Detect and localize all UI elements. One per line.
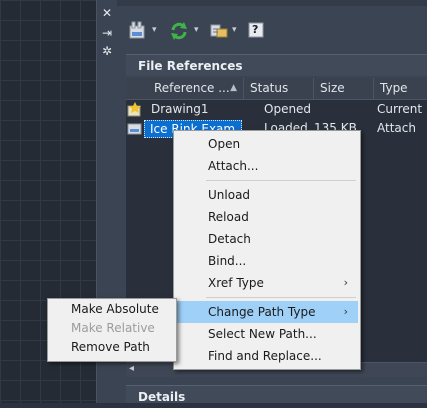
refresh-icon <box>171 22 187 40</box>
menu-item-attach[interactable]: Attach... <box>176 155 358 177</box>
column-reference-label: Reference ... <box>154 81 230 95</box>
refresh-button[interactable] <box>169 20 191 44</box>
submenu-item-make-relative: Make Relative <box>71 321 155 335</box>
help-glyph: ? <box>252 23 259 36</box>
context-menu: Open Attach... Unload Reload Detach Bind… <box>173 130 361 370</box>
menu-item-open[interactable]: Open <box>176 133 358 155</box>
change-path-icon <box>210 24 228 38</box>
reference-type: Attach <box>377 121 416 135</box>
details-header[interactable]: Details <box>126 385 427 404</box>
submenu-arrow-icon: › <box>343 305 348 318</box>
attach-dwg-button[interactable] <box>127 20 149 44</box>
current-drawing-icon <box>127 102 141 117</box>
palette-toolbar: ▾ ▾ ▾ ? <box>125 20 425 44</box>
file-references-header[interactable]: File References <box>126 54 427 76</box>
menu-separator <box>206 180 356 181</box>
submenu-item-make-absolute[interactable]: Make Absolute <box>50 300 174 319</box>
attach-dwg-icon <box>129 21 145 39</box>
menu-item-xref-type[interactable]: Xref Type › <box>176 272 358 294</box>
change-path-type-submenu: Make Absolute Make Relative Remove Path <box>47 298 177 362</box>
attach-dropdown-icon[interactable]: ▾ <box>152 25 157 35</box>
menu-item-select-new-path[interactable]: Select New Path... <box>176 323 358 345</box>
menu-item-unload[interactable]: Unload <box>176 184 358 206</box>
sort-ascending-icon: ▲ <box>230 83 237 93</box>
submenu-item-remove-path[interactable]: Remove Path <box>50 338 174 357</box>
column-reference-name[interactable]: Reference ... ▲ <box>126 78 244 99</box>
change-path-button[interactable] <box>209 20 231 44</box>
menu-item-bind[interactable]: Bind... <box>176 250 358 272</box>
column-size[interactable]: Size <box>314 78 374 99</box>
menu-item-find-and-replace[interactable]: Find and Replace... <box>176 345 358 367</box>
refresh-dropdown-icon[interactable]: ▾ <box>194 25 199 35</box>
submenu-arrow-icon: › <box>343 276 348 289</box>
auto-hide-icon[interactable]: ⇥ <box>100 26 114 40</box>
menu-item-xref-type-label: Xref Type <box>208 276 264 290</box>
table-row[interactable]: Drawing1 Opened Current <box>126 100 427 118</box>
menu-item-change-path-type[interactable]: Change Path Type › <box>176 301 358 323</box>
menu-item-detach[interactable]: Detach <box>176 228 358 250</box>
close-icon[interactable]: ✕ <box>100 6 114 20</box>
menu-item-change-path-type-label: Change Path Type <box>208 305 316 319</box>
reference-name: Drawing1 <box>151 102 209 116</box>
column-type[interactable]: Type <box>374 78 427 99</box>
column-status[interactable]: Status <box>244 78 314 99</box>
reference-type: Current <box>377 102 423 116</box>
menu-item-reload[interactable]: Reload <box>176 206 358 228</box>
help-button[interactable]: ? <box>247 20 267 44</box>
properties-icon[interactable]: ✲ <box>100 44 114 58</box>
reference-status: Opened <box>264 102 312 116</box>
scroll-left-icon[interactable]: ◂ <box>129 363 134 374</box>
table-header: Reference ... ▲ Status Size Type <box>126 78 427 100</box>
dwg-reference-icon <box>127 123 142 135</box>
palette-top-edge <box>117 0 427 6</box>
change-path-dropdown-icon[interactable]: ▾ <box>232 25 237 35</box>
menu-separator <box>206 297 356 298</box>
